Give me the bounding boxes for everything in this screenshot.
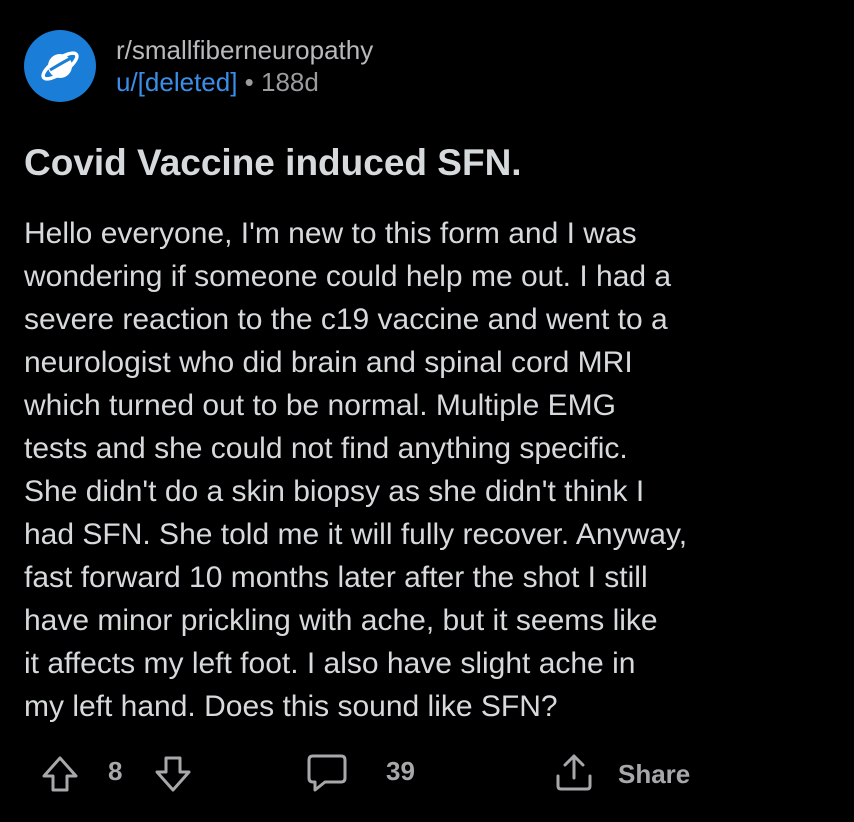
downvote-button[interactable] [153, 754, 193, 794]
share-icon [552, 750, 596, 794]
vote-count: 8 [108, 756, 123, 786]
subreddit-name[interactable]: r/smallfiberneuropathy [116, 34, 373, 66]
post-meta: r/smallfiberneuropathy u/[deleted] • 188… [116, 34, 373, 98]
comments-button[interactable] [305, 752, 349, 794]
subreddit-avatar[interactable] [24, 30, 96, 102]
arrow-up-icon [40, 754, 80, 794]
meta-separator: • [244, 67, 254, 97]
arrow-down-icon [153, 754, 193, 794]
comment-count: 39 [386, 756, 415, 786]
post-title[interactable]: Covid Vaccine induced SFN. [24, 140, 824, 186]
comment-bubble-icon [305, 752, 349, 794]
post-age: 188d [261, 67, 319, 97]
share-label: Share [618, 758, 691, 789]
post-header: r/smallfiberneuropathy u/[deleted] • 188… [24, 30, 373, 102]
author-link[interactable]: u/[deleted] [116, 67, 237, 97]
share-button[interactable]: Share [552, 750, 690, 794]
post-subline: u/[deleted] • 188d [116, 66, 373, 98]
post-body: Hello everyone, I'm new to this form and… [24, 217, 688, 723]
planet-icon [38, 44, 82, 88]
upvote-button[interactable] [40, 754, 80, 794]
post-actions-bar: 8 39 Share [0, 742, 854, 802]
